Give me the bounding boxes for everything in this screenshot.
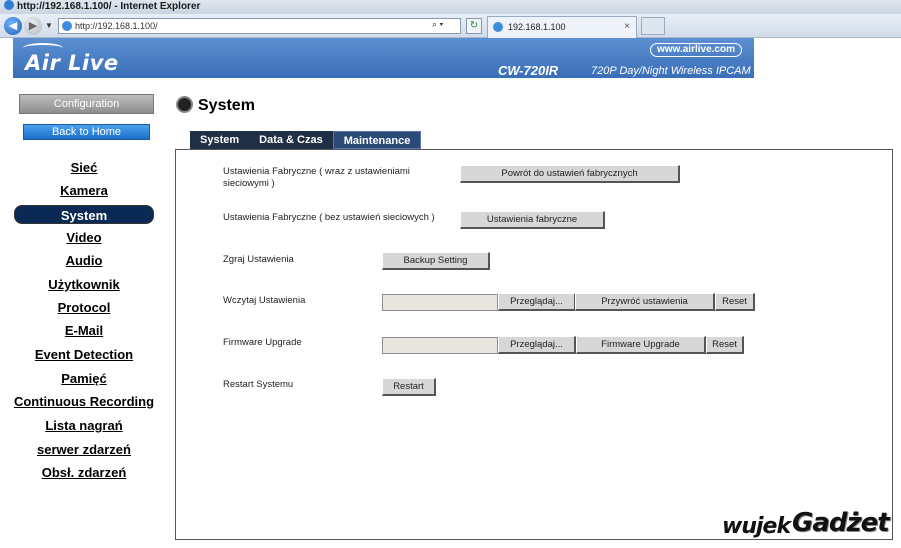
window-title-bar: http://192.168.1.100/ - Internet Explore… bbox=[0, 0, 901, 14]
restart-system-label: Restart Systemu bbox=[223, 379, 294, 390]
menu-item-user[interactable]: Użytkownik bbox=[0, 277, 168, 292]
maintenance-panel: Ustawienia Fabryczne ( wraz z ustawienia… bbox=[175, 149, 893, 540]
sub-tabs: System Data & Czas Maintenance bbox=[190, 131, 422, 149]
restore-factory-partial-button[interactable]: Ustawienia fabryczne bbox=[460, 211, 605, 229]
forward-button[interactable]: ▶ bbox=[24, 17, 42, 35]
factory-partial-label: Ustawienia Fabryczne ( bez ustawień siec… bbox=[223, 212, 435, 223]
browser-tab[interactable]: 192.168.1.100 × bbox=[487, 16, 637, 38]
back-to-home-button[interactable]: Back to Home bbox=[23, 124, 150, 140]
page-title-text: System bbox=[198, 97, 255, 114]
search-icon[interactable]: ⌕ ▾ bbox=[432, 19, 443, 30]
menu-item-storage[interactable]: Pamięć bbox=[0, 371, 168, 386]
page-title: System bbox=[176, 96, 255, 115]
menu-item-system[interactable]: System bbox=[14, 205, 154, 224]
menu-item-audio[interactable]: Audio bbox=[0, 253, 168, 268]
restore-reset-button[interactable]: Reset bbox=[715, 293, 755, 311]
configuration-button[interactable]: Configuration bbox=[19, 94, 154, 114]
firmware-upgrade-label: Firmware Upgrade bbox=[223, 337, 302, 348]
menu-item-event-handling[interactable]: Obsł. zdarzeń bbox=[0, 465, 168, 480]
camera-model: CW-720IR bbox=[498, 63, 559, 78]
tab-system[interactable]: System bbox=[190, 131, 250, 149]
restore-settings-label: Wczytaj Ustawienia bbox=[223, 295, 306, 306]
factory-full-label: Ustawienia Fabryczne ( wraz z ustawienia… bbox=[223, 166, 410, 189]
airlive-logo: Air Live bbox=[25, 51, 119, 75]
firmware-file-input[interactable] bbox=[382, 337, 498, 354]
menu-item-recordings-list[interactable]: Lista nagrań bbox=[0, 418, 168, 433]
watermark-logo: wujek Gadżet bbox=[722, 504, 897, 544]
close-tab-icon[interactable]: × bbox=[624, 17, 630, 37]
tab-maintenance[interactable]: Maintenance bbox=[332, 131, 422, 149]
restore-browse-button[interactable]: Przeglądaj... bbox=[498, 293, 576, 311]
menu-item-network[interactable]: Sieć bbox=[0, 160, 168, 175]
menu-item-video[interactable]: Video bbox=[0, 230, 168, 245]
tab-title: 192.168.1.100 bbox=[508, 22, 566, 32]
firmware-browse-button[interactable]: Przeglądaj... bbox=[498, 336, 576, 354]
browser-toolbar: ◀ ▶ ▼ http://192.168.1.100/ ⌕ ▾ ↻ 192.16… bbox=[0, 14, 901, 38]
restore-factory-full-button[interactable]: Powrót do ustawień fabrycznych bbox=[460, 165, 680, 183]
internet-explorer-icon bbox=[4, 0, 14, 10]
menu-item-email[interactable]: E-Mail bbox=[0, 323, 168, 338]
tab-date-time[interactable]: Data & Czas bbox=[249, 131, 333, 149]
menu-item-protocol[interactable]: Protocol bbox=[0, 300, 168, 315]
address-bar[interactable]: http://192.168.1.100/ bbox=[58, 18, 461, 34]
window-title: http://192.168.1.100/ - Internet Explore… bbox=[17, 1, 201, 12]
address-text: http://192.168.1.100/ bbox=[75, 21, 158, 31]
page-icon bbox=[62, 21, 72, 31]
backup-setting-button[interactable]: Backup Setting bbox=[382, 252, 490, 270]
history-dropdown-icon[interactable]: ▼ bbox=[45, 21, 53, 30]
restart-button[interactable]: Restart bbox=[382, 378, 436, 396]
website-link[interactable]: www.airlive.com bbox=[650, 43, 742, 57]
menu-item-event-server[interactable]: serwer zdarzeń bbox=[0, 442, 168, 457]
menu-item-event-detection[interactable]: Event Detection bbox=[0, 347, 168, 362]
back-button[interactable]: ◀ bbox=[4, 17, 22, 35]
firmware-reset-button[interactable]: Reset bbox=[706, 336, 744, 354]
menu-item-camera[interactable]: Kamera bbox=[0, 183, 168, 198]
system-icon bbox=[176, 96, 193, 113]
watermark-part-1: wujek bbox=[722, 514, 791, 539]
firmware-upgrade-button[interactable]: Firmware Upgrade bbox=[576, 336, 706, 354]
header-banner: Air Live www.airlive.com CW-720IR 720P D… bbox=[13, 38, 754, 78]
watermark-part-2: Gadżet bbox=[792, 508, 890, 538]
camera-model-description: 720P Day/Night Wireless IPCAM bbox=[591, 65, 751, 77]
restore-settings-button[interactable]: Przywróć ustawienia bbox=[575, 293, 715, 311]
menu-item-continuous-recording[interactable]: Continuous Recording bbox=[0, 394, 168, 409]
tab-page-icon bbox=[493, 22, 503, 32]
restore-file-input[interactable] bbox=[382, 294, 498, 311]
refresh-icon[interactable]: ↻ bbox=[466, 18, 482, 34]
new-tab-button[interactable] bbox=[641, 17, 665, 35]
backup-label: Zgraj Ustawienia bbox=[223, 254, 294, 265]
